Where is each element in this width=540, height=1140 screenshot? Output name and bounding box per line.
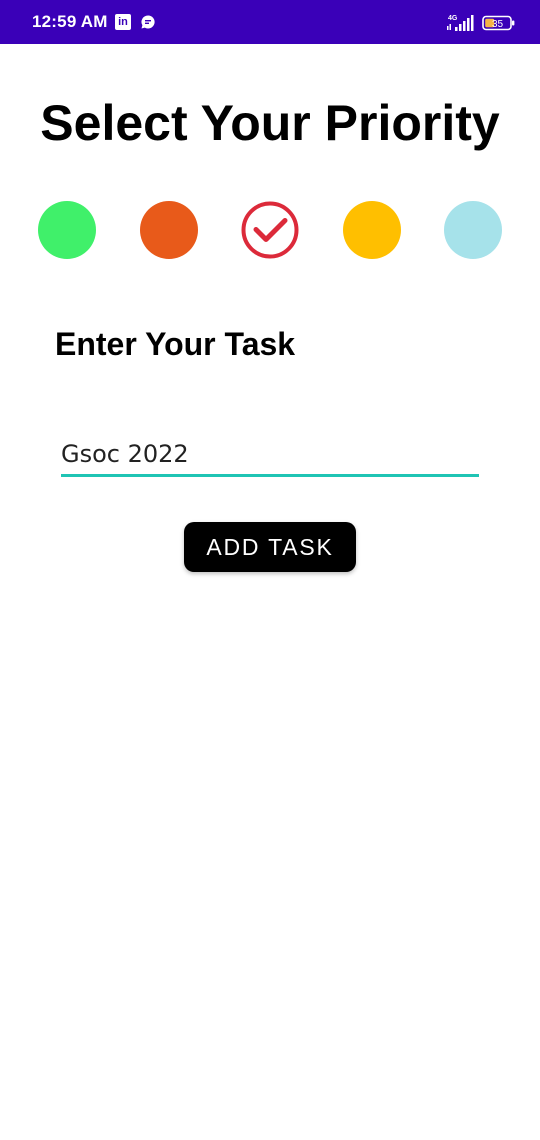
add-task-button[interactable]: ADD TASK bbox=[184, 522, 356, 572]
task-label: Enter Your Task bbox=[55, 326, 296, 362]
priority-orange[interactable] bbox=[140, 201, 198, 259]
linkedin-icon: in bbox=[115, 14, 131, 30]
priority-green[interactable] bbox=[38, 201, 96, 259]
network-type-label: 4G bbox=[448, 15, 458, 22]
priority-yellow[interactable] bbox=[343, 201, 401, 259]
page-title: Select Your Priority bbox=[40, 95, 500, 151]
battery-level: 35 bbox=[492, 19, 504, 30]
battery-icon: 35 bbox=[482, 15, 516, 31]
priority-light-blue[interactable] bbox=[444, 201, 502, 259]
status-time: 12:59 AM bbox=[32, 12, 108, 31]
chat-icon bbox=[140, 14, 156, 30]
signal-icon: 4G bbox=[445, 13, 475, 33]
priority-selector bbox=[0, 201, 540, 261]
check-circle-icon bbox=[241, 201, 299, 259]
task-input[interactable] bbox=[61, 434, 479, 477]
status-bar: 12:59 AM in 4G 35 bbox=[0, 0, 540, 44]
priority-red-selected[interactable] bbox=[241, 201, 299, 259]
